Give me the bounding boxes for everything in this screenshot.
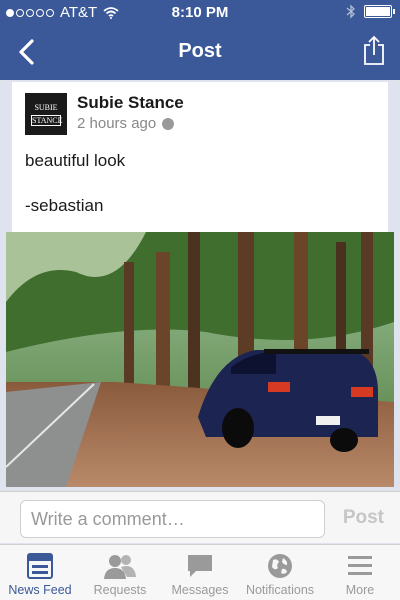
tab-bar: News Feed Requests Messages Notification…: [0, 544, 400, 600]
comment-bar: Post: [0, 491, 400, 543]
bluetooth-icon: [346, 4, 355, 19]
news-feed-icon: [27, 553, 53, 579]
post-meta: 2 hours ago: [77, 115, 175, 132]
avatar[interactable]: SUBIE STANCE: [25, 93, 67, 135]
tab-notifications[interactable]: Notifications: [240, 545, 320, 600]
comment-input[interactable]: [20, 500, 325, 538]
tab-messages[interactable]: Messages: [160, 545, 240, 600]
app-header: AT&T 8:10 PM Post: [0, 0, 400, 80]
post-text-line: -sebastian: [25, 196, 104, 215]
avatar-logo-line1: SUBIE: [34, 103, 58, 112]
avatar-logo-line2: STANCE: [31, 115, 63, 126]
navigation-bar: Post: [0, 24, 400, 80]
status-bar: AT&T 8:10 PM: [0, 0, 400, 24]
post-text-line: beautiful look: [25, 151, 126, 170]
post-card: SUBIE STANCE Subie Stance 2 hours ago be…: [12, 82, 388, 232]
battery-icon: [364, 5, 395, 18]
post-photo[interactable]: [6, 232, 394, 487]
public-globe-icon: [162, 117, 175, 130]
tab-requests[interactable]: Requests: [80, 545, 160, 600]
globe-icon: [268, 554, 292, 578]
post-timestamp[interactable]: 2 hours ago: [77, 115, 156, 132]
post-comment-button[interactable]: Post: [343, 507, 384, 529]
tab-label: News Feed: [8, 583, 72, 597]
tab-label: Requests: [93, 583, 147, 597]
car-photo-image: [6, 232, 394, 487]
menu-icon: [348, 556, 372, 575]
tab-label: Messages: [171, 583, 229, 597]
page-title: Post: [178, 40, 222, 62]
post-author[interactable]: Subie Stance: [77, 93, 184, 113]
share-button[interactable]: [362, 34, 386, 66]
messages-icon: [188, 555, 212, 577]
tab-news-feed[interactable]: News Feed: [0, 545, 80, 600]
tab-label: More: [345, 583, 375, 597]
tab-label: Notifications: [245, 583, 315, 597]
friend-requests-icon: [104, 555, 136, 579]
tab-more[interactable]: More: [320, 545, 400, 600]
clock: 8:10 PM: [171, 4, 229, 21]
